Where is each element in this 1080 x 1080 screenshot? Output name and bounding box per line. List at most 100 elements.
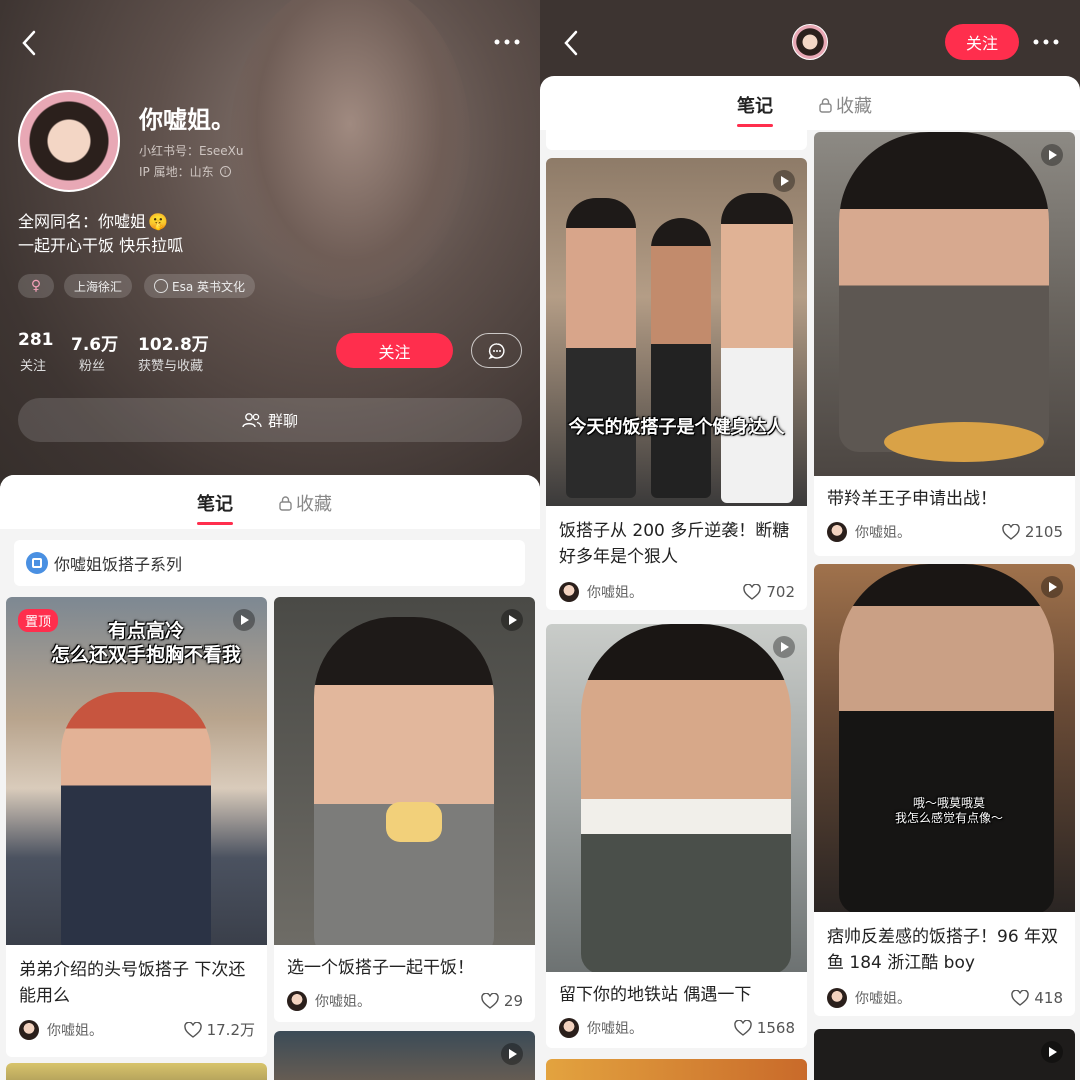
author-name[interactable]: 你嘘姐。 xyxy=(315,991,371,1011)
note-cover-image: 今天的饭搭子是个健身达人 xyxy=(546,158,807,506)
food-plate xyxy=(884,422,1044,462)
info-icon[interactable]: i xyxy=(219,166,231,177)
note-cover-image: 哦～哦莫哦莫 我怎么感觉有点像～ xyxy=(814,564,1075,912)
heart-icon xyxy=(1002,524,1020,540)
group-chat-button[interactable]: 群聊 xyxy=(18,398,522,442)
note-meta: 你嘘姐。 1568 xyxy=(559,1018,795,1038)
author-avatar xyxy=(19,1019,39,1040)
person-figure xyxy=(61,692,211,945)
like-count-value: 29 xyxy=(503,992,523,1010)
red-id: 小红书号：EseeXu xyxy=(139,144,244,158)
like-count[interactable]: 2105 xyxy=(1002,523,1063,541)
cover-caption: 今天的饭搭子是个健身达人 xyxy=(568,417,785,438)
like-count-value: 418 xyxy=(1034,989,1063,1007)
play-icon xyxy=(501,609,523,631)
like-count[interactable]: 17.2万 xyxy=(183,1019,255,1040)
food-item xyxy=(386,802,442,842)
person-figure xyxy=(314,617,494,945)
series-banner[interactable]: 你嘘姐饭搭子系列 xyxy=(14,540,525,586)
author-name[interactable]: 你嘘姐。 xyxy=(587,1018,643,1038)
stat-fans-label: 粉丝 xyxy=(79,359,106,374)
note-title: 留下你的地铁站 偶遇一下 xyxy=(559,985,752,1005)
note-card-partial[interactable] xyxy=(546,1059,807,1080)
note-card[interactable]: 今天的饭搭子是个健身达人 饭搭子从 200 多斤逆袭！断糖好多年是个狠人 你嘘姐… xyxy=(546,158,807,610)
background-photo xyxy=(230,0,470,300)
chat-button[interactable] xyxy=(471,333,522,368)
ip-location-text: IP 属地：山东 xyxy=(139,165,214,179)
tab-collections[interactable]: 收藏 xyxy=(819,92,872,118)
lock-icon xyxy=(819,97,832,113)
author-avatar xyxy=(559,582,579,602)
like-count[interactable]: 702 xyxy=(743,583,795,601)
note-card[interactable]: 留下你的地铁站 偶遇一下 你嘘姐。 1568 xyxy=(546,624,807,1048)
author-name[interactable]: 你嘘姐。 xyxy=(587,582,643,602)
like-count-value: 17.2万 xyxy=(206,1021,255,1039)
note-cover-image xyxy=(814,132,1075,476)
cover-caption: 有点高冷 怎么还双手抱胸不看我 xyxy=(50,620,241,666)
series-label: 你嘘姐饭搭子系列 xyxy=(54,555,183,574)
bio-line-1: 全网同名：你嘘姐 xyxy=(18,212,147,231)
note-card[interactable]: 带羚羊王子申请出战！ 你嘘姐。 2105 xyxy=(814,132,1075,556)
series-icon xyxy=(26,552,48,574)
author-avatar xyxy=(287,991,307,1011)
author-name[interactable]: 你嘘姐。 xyxy=(47,1020,103,1040)
author-name[interactable]: 你嘘姐。 xyxy=(855,988,911,1008)
stat-likes-label: 获赞与收藏 xyxy=(138,359,204,374)
tab-collections-label: 收藏 xyxy=(296,494,332,515)
follow-button-label: 关注 xyxy=(965,34,998,53)
back-icon[interactable] xyxy=(556,28,586,58)
heart-icon xyxy=(734,1020,752,1036)
note-meta: 你嘘姐。 29 xyxy=(287,991,523,1011)
note-meta: 你嘘姐。 702 xyxy=(559,582,795,602)
note-title: 选一个饭搭子一起干饭！ xyxy=(287,958,474,978)
note-card[interactable]: 置顶 有点高冷 怎么还双手抱胸不看我 弟弟介绍的头号饭搭子 下次还能用么 你嘘姐… xyxy=(6,597,267,1057)
follow-button[interactable]: 关注 xyxy=(945,24,1019,60)
author-name[interactable]: 你嘘姐。 xyxy=(855,522,911,542)
stat-following-label: 关注 xyxy=(20,359,47,374)
tab-collections-label: 收藏 xyxy=(836,96,872,117)
stat-likes-value: 102.8万 xyxy=(138,335,209,355)
like-count-value: 702 xyxy=(766,583,795,601)
chat-icon xyxy=(487,342,505,359)
stat-fans-value: 7.6万 xyxy=(71,335,119,355)
follow-button[interactable]: 关注 xyxy=(336,333,453,368)
like-count[interactable]: 418 xyxy=(1011,989,1063,1007)
note-card-partial[interactable] xyxy=(274,1031,535,1080)
note-title: 痞帅反差感的饭搭子！96 年双鱼 184 浙江酷 boy xyxy=(827,927,1059,973)
note-cover-image: 置顶 有点高冷 怎么还双手抱胸不看我 xyxy=(6,597,267,945)
location-tag-text: 上海徐汇 xyxy=(74,279,123,294)
avatar[interactable] xyxy=(18,90,120,192)
group-icon xyxy=(242,413,262,428)
org-tag[interactable]: Esa 英书文化 xyxy=(144,274,256,298)
location-tag: 上海徐汇 xyxy=(64,274,133,298)
stat-following-value: 281 xyxy=(18,330,54,350)
note-title: 饭搭子从 200 多斤逆袭！断糖好多年是个狠人 xyxy=(559,521,790,567)
note-card[interactable]: 选一个饭搭子一起干饭！ 你嘘姐。 29 xyxy=(274,597,535,1022)
author-avatar xyxy=(827,988,847,1008)
more-icon[interactable] xyxy=(490,30,524,54)
author-avatar xyxy=(827,522,847,542)
org-tag-text: Esa 英书文化 xyxy=(172,279,246,294)
note-card[interactable]: 哦～哦莫哦莫 我怎么感觉有点像～ 痞帅反差感的饭搭子！96 年双鱼 184 浙江… xyxy=(814,564,1075,1016)
play-icon xyxy=(1041,1041,1063,1063)
lock-icon xyxy=(279,495,292,511)
ip-location: IP 属地：山东 i xyxy=(139,163,231,180)
like-count[interactable]: 29 xyxy=(481,992,523,1010)
heart-icon xyxy=(1011,990,1030,1006)
note-card-partial[interactable] xyxy=(814,1029,1075,1080)
profile-name: 你嘘姐。 xyxy=(139,106,235,134)
avatar-small[interactable] xyxy=(792,24,828,60)
note-cover-image xyxy=(546,624,807,972)
more-icon[interactable] xyxy=(1029,30,1063,54)
play-icon xyxy=(501,1043,523,1065)
org-icon xyxy=(154,279,168,293)
bio-line-2: 一起开心干饭 快乐拉呱 xyxy=(18,236,184,255)
like-count[interactable]: 1568 xyxy=(734,1019,795,1037)
tab-notes[interactable]: 笔记 xyxy=(197,490,233,516)
profile-page-left: 你嘘姐。 小红书号：EseeXu IP 属地：山东 i 全网同名：你嘘姐 🤫 一起… xyxy=(0,0,540,1080)
note-meta: 你嘘姐。 17.2万 xyxy=(19,1019,255,1040)
note-card-partial[interactable] xyxy=(6,1063,267,1080)
tab-notes[interactable]: 笔记 xyxy=(737,92,773,118)
tab-collections[interactable]: 收藏 xyxy=(279,490,332,516)
back-icon[interactable] xyxy=(14,28,44,58)
